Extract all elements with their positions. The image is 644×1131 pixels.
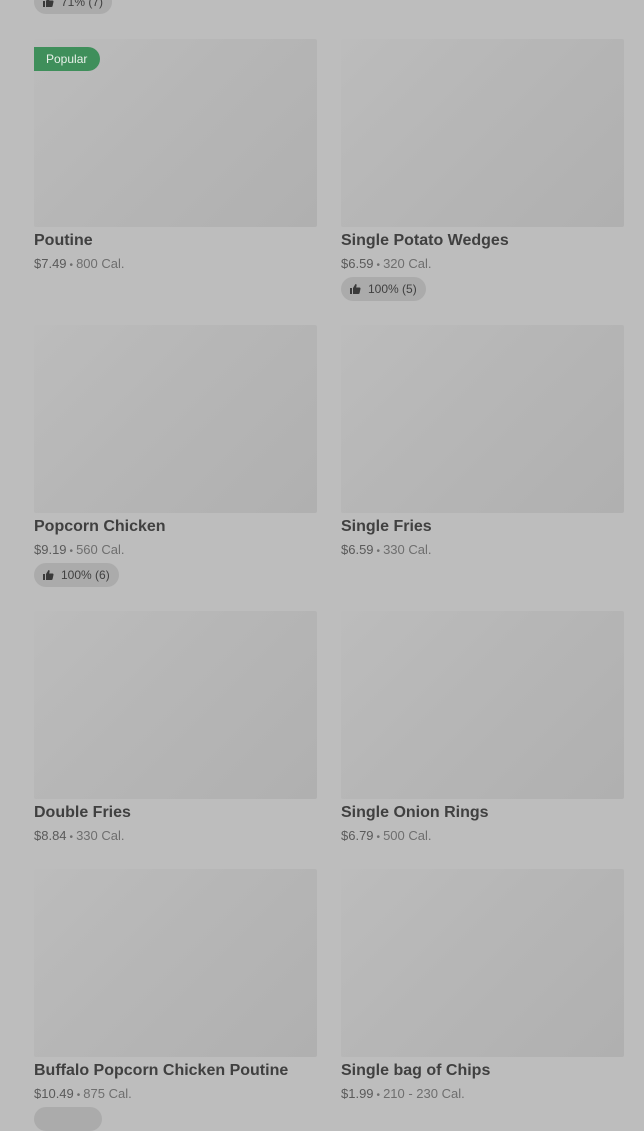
item-price: $9.19 — [34, 542, 67, 557]
item-price: $1.99 — [341, 1086, 374, 1101]
item-name: Single Onion Rings — [341, 804, 489, 821]
item-meta: $7.49 • 800 Cal. — [34, 256, 124, 271]
separator-dot: • — [376, 260, 381, 271]
item-price: $7.49 — [34, 256, 67, 271]
item-calories: 500 Cal. — [383, 828, 432, 843]
item-calories: 800 Cal. — [76, 256, 125, 271]
item-image — [34, 325, 317, 513]
item-meta: $1.99 • 210 - 230 Cal. — [341, 1086, 465, 1101]
separator-dot: • — [376, 546, 381, 557]
rating-text: 100% (6) — [61, 568, 110, 582]
item-calories: 330 Cal. — [76, 828, 125, 843]
item-meta: $6.79 • 500 Cal. — [341, 828, 431, 843]
item-meta: $6.59 • 330 Cal. — [341, 542, 431, 557]
separator-dot: • — [69, 546, 74, 557]
item-name: Poutine — [34, 232, 93, 249]
item-calories: 875 Cal. — [83, 1086, 132, 1101]
item-price: $6.59 — [341, 542, 374, 557]
item-meta: $10.49 • 875 Cal. — [34, 1086, 132, 1101]
item-meta: $8.84 • 330 Cal. — [34, 828, 124, 843]
item-image — [34, 869, 317, 1057]
item-price: $8.84 — [34, 828, 67, 843]
item-calories: 330 Cal. — [383, 542, 432, 557]
item-name: Single bag of Chips — [341, 1062, 491, 1079]
rating-pill: 71% (7) — [34, 0, 113, 14]
item-image — [341, 325, 624, 513]
item-image — [341, 39, 624, 227]
item-name: Double Fries — [34, 804, 131, 821]
rating-text: 71% (7) — [61, 0, 104, 9]
item-image — [34, 611, 317, 799]
separator-dot: • — [376, 1090, 381, 1101]
item-price: $10.49 — [34, 1086, 74, 1101]
item-meta: $9.19 • 560 Cal. — [34, 542, 124, 557]
item-image — [341, 869, 624, 1057]
thumbs-up-icon — [350, 284, 361, 294]
item-calories: 320 Cal. — [383, 256, 432, 271]
separator-dot: • — [69, 832, 74, 843]
popular-badge: Popular — [34, 47, 101, 71]
item-price: $6.79 — [341, 828, 374, 843]
item-image — [341, 611, 624, 799]
item-meta: $6.59 • 320 Cal. — [341, 256, 431, 271]
item-calories: 560 Cal. — [76, 542, 125, 557]
separator-dot: • — [76, 1090, 81, 1101]
item-name: Single Fries — [341, 518, 432, 535]
item-calories: 210 - 230 Cal. — [383, 1086, 465, 1101]
separator-dot: • — [376, 832, 381, 843]
item-name: Buffalo Popcorn Chicken Poutine — [34, 1062, 289, 1079]
rating-pill: 100% (6) — [34, 563, 119, 587]
thumbs-up-icon — [43, 0, 54, 7]
thumbs-up-icon — [43, 570, 54, 580]
rating-text: 100% (5) — [368, 282, 417, 296]
item-price: $6.59 — [341, 256, 374, 271]
item-name: Popcorn Chicken — [34, 518, 166, 535]
rating-pill: 100% (5) — [341, 277, 426, 301]
item-name: Single Potato Wedges — [341, 232, 509, 249]
separator-dot: • — [69, 260, 74, 271]
rating-pill — [34, 1107, 102, 1131]
